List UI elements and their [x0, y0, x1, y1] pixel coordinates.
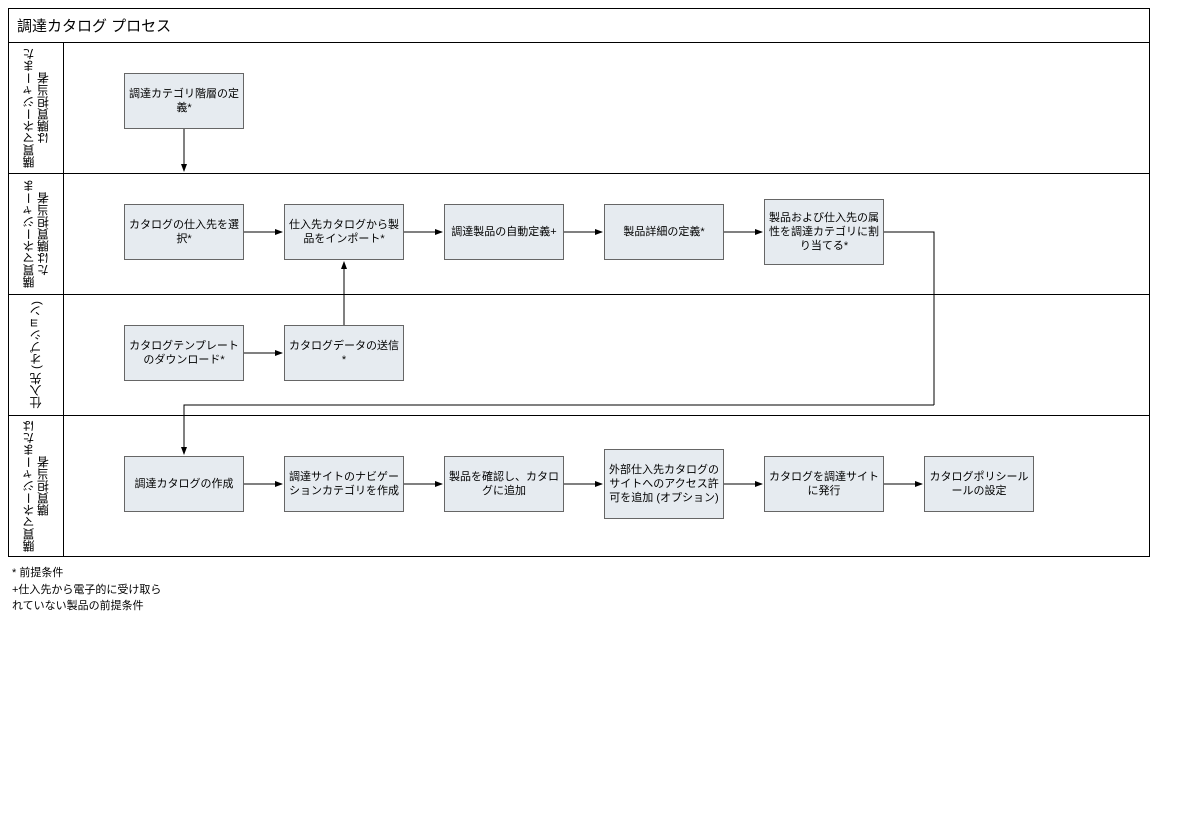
footnotes: * 前提条件 +仕入先から電子的に受け取られていない製品の前提条件 — [12, 565, 162, 615]
footnote-prereq: * 前提条件 — [12, 565, 162, 582]
lane-2-label: 購買マネージャーまたは購買担当者 — [9, 174, 64, 294]
box-define-product-details: 製品詳細の定義* — [604, 204, 724, 260]
box-send-catalog-data: カタログデータの送信* — [284, 325, 404, 381]
box-define-category-hierarchy: 調達カテゴリ階層の定義* — [124, 73, 244, 129]
box-add-products-to-catalog: 製品を確認し、カタログに追加 — [444, 456, 564, 512]
box-import-products: 仕入先カタログから製品をインポート* — [284, 204, 404, 260]
box-assign-attributes: 製品および仕入先の属性を調達カテゴリに割り当てる* — [764, 199, 884, 265]
lane-3-label: 仕入先 (オプション) — [9, 295, 64, 415]
lane-3: 仕入先 (オプション) カタログテンプレートのダウンロード* カタログデータの送… — [9, 295, 1149, 416]
box-select-catalog-vendor: カタログの仕入先を選択* — [124, 204, 244, 260]
box-set-catalog-policy-rules: カタログポリシールールの設定 — [924, 456, 1034, 512]
lane-1: 購買マネージャーまたは購買担当者 調達カテゴリ階層の定義* — [9, 43, 1149, 174]
box-download-catalog-template: カタログテンプレートのダウンロード* — [124, 325, 244, 381]
lane-2-body: カタログの仕入先を選択* 仕入先カタログから製品をインポート* 調達製品の自動定… — [64, 174, 1149, 294]
box-add-external-vendor-access: 外部仕入先カタログのサイトへのアクセス許可を追加 (オプション) — [604, 449, 724, 519]
box-publish-catalog: カタログを調達サイトに発行 — [764, 456, 884, 512]
lane-1-body: 調達カテゴリ階層の定義* — [64, 43, 1149, 173]
lane-4: 購買マネージャーまたは購買担当者 調達カタログの作成 調達サイトのナビゲーション… — [9, 416, 1149, 556]
box-auto-define-products: 調達製品の自動定義+ — [444, 204, 564, 260]
box-create-navigation-category: 調達サイトのナビゲーションカテゴリを作成 — [284, 456, 404, 512]
lane-4-label: 購買マネージャーまたは購買担当者 — [9, 416, 64, 556]
lane-4-body: 調達カタログの作成 調達サイトのナビゲーションカテゴリを作成 製品を確認し、カタ… — [64, 416, 1149, 556]
footnote-electronic: +仕入先から電子的に受け取られていない製品の前提条件 — [12, 582, 162, 615]
box-create-procurement-catalog: 調達カタログの作成 — [124, 456, 244, 512]
diagram-title: 調達カタログ プロセス — [9, 9, 1149, 43]
lane-2: 購買マネージャーまたは購買担当者 カタログの仕入先を選択* 仕入先カタログから製… — [9, 174, 1149, 295]
lane-1-label: 購買マネージャーまたは購買担当者 — [9, 43, 64, 173]
lane-3-body: カタログテンプレートのダウンロード* カタログデータの送信* — [64, 295, 1149, 415]
swimlane-diagram: 調達カタログ プロセス 購買マネージャーまたは購買担当者 調達カテゴリ階層の定義… — [8, 8, 1150, 557]
